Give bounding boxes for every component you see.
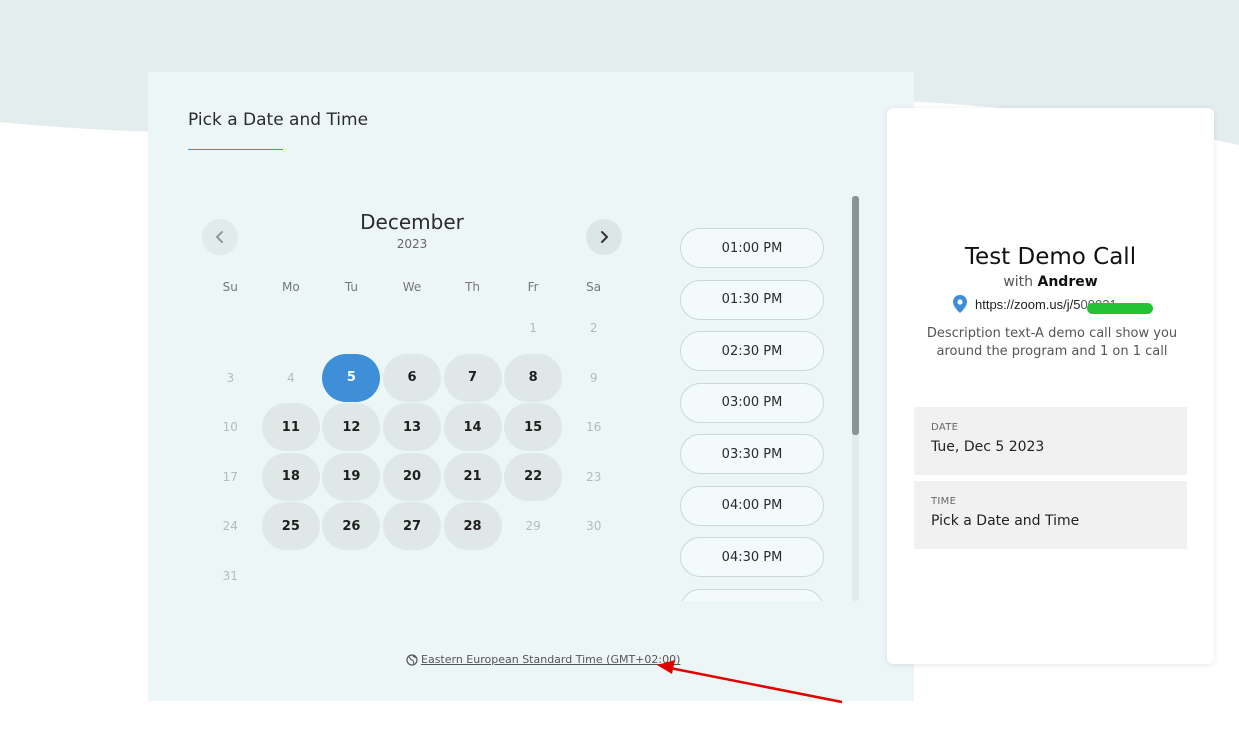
weekday-label: Fr (527, 280, 539, 294)
calendar-day: 30 (586, 519, 602, 533)
calendar-day: 23 (586, 469, 602, 484)
calendar-day: 4 (287, 370, 295, 385)
map-pin-icon (953, 295, 967, 313)
booking-panel: Pick a Date and Time December 2023 Su Mo T… (148, 72, 914, 701)
calendar-day[interactable]: 15 (504, 403, 563, 451)
weekday-label: We (402, 280, 422, 294)
host-line: with Andrew (887, 274, 1214, 290)
time-slot-button[interactable] (680, 588, 824, 601)
time-slot-button[interactable]: 01:00 PM (680, 228, 824, 268)
date-value: Tue, Dec 5 2023 (931, 439, 1045, 455)
calendar-month: December (360, 210, 464, 234)
date-summary: DATE Tue, Dec 5 2023 (914, 407, 1187, 475)
calendar-day[interactable]: 25 (261, 502, 320, 550)
calendar-day[interactable]: 20 (382, 452, 441, 501)
calendar-day: 10 (222, 420, 238, 434)
calendar-day-selected[interactable]: 5 (322, 353, 381, 402)
weekday-label: Mo (281, 280, 300, 294)
calendar-day: 31 (222, 568, 238, 583)
calendar-day[interactable]: 27 (382, 502, 441, 550)
time-slot-button[interactable]: 04:30 PM (680, 537, 824, 577)
weekday-label: Sa (586, 280, 602, 294)
event-summary-card: Test Demo Call with Andrew https://zoom.… (887, 108, 1214, 664)
calendar-day[interactable]: 6 (382, 353, 441, 402)
timezone-label[interactable]: Eastern European Standard Time (GMT+02:0… (421, 653, 680, 666)
time-value: Pick a Date and Time (931, 513, 1080, 529)
weekday-header: Su Mo Tu We Th Fr Sa (200, 280, 624, 294)
calendar-day[interactable]: 26 (322, 502, 381, 550)
weekday-label: Su (222, 280, 238, 294)
event-description: Description text-A demo call show you ar… (926, 326, 1178, 359)
calendar-day[interactable]: 19 (322, 452, 381, 501)
next-month-button[interactable] (586, 219, 622, 255)
panel-heading: Pick a Date and Time (188, 110, 369, 130)
calendar-day[interactable]: 28 (443, 502, 502, 550)
calendar-day[interactable]: 13 (382, 403, 441, 451)
calendar-day: 2 (589, 321, 598, 335)
time-summary: TIME Pick a Date and Time (914, 481, 1187, 549)
calendar-day: 9 (589, 370, 598, 385)
time-slot-scrollbar[interactable] (852, 196, 859, 601)
calendar-day[interactable]: 21 (443, 452, 502, 501)
calendar-day[interactable]: 22 (504, 452, 563, 501)
chevron-right-icon (601, 231, 608, 243)
event-title: Test Demo Call (964, 244, 1137, 270)
calendar-year: 2023 (396, 237, 428, 251)
calendar-day[interactable]: 14 (443, 403, 502, 451)
calendar-day[interactable]: 18 (261, 452, 320, 501)
calendar-day: 17 (222, 469, 238, 484)
calendar-day[interactable]: 12 (322, 403, 381, 451)
host-prefix: with (1003, 274, 1034, 290)
calendar-day: 3 (226, 370, 235, 385)
timezone-link[interactable]: Eastern European Standard Time (GMT+02:0… (406, 653, 680, 666)
calendar-day: 24 (222, 519, 238, 533)
time-label: TIME (931, 496, 957, 507)
calendar-day: 1 (529, 321, 537, 335)
calendar-day[interactable]: 8 (504, 353, 563, 402)
time-slot-list: 01:00 PM 01:30 PM 02:30 PM 03:00 PM 03:30 PM… (678, 196, 838, 601)
redaction-mark (1087, 303, 1153, 314)
calendar-day[interactable]: 11 (261, 403, 320, 451)
heading-underline (188, 149, 283, 150)
weekday-label: Th (465, 280, 480, 294)
calendar-day: 16 (586, 420, 602, 434)
host-name: Andrew (1037, 274, 1098, 290)
time-slot-button[interactable]: 02:30 PM (680, 331, 824, 371)
time-slot-button[interactable]: 03:00 PM (680, 382, 824, 423)
date-label: DATE (931, 422, 959, 433)
time-slot-button[interactable]: 03:30 PM (680, 434, 824, 474)
globe-icon (406, 653, 418, 666)
weekday-label: Tu (344, 280, 358, 294)
time-slot-button[interactable]: 04:00 PM (680, 485, 824, 526)
calendar-day[interactable]: 7 (443, 353, 502, 402)
time-slot-button[interactable]: 01:30 PM (680, 279, 824, 320)
scrollbar-thumb[interactable] (852, 196, 859, 435)
calendar-day: 29 (525, 519, 541, 533)
